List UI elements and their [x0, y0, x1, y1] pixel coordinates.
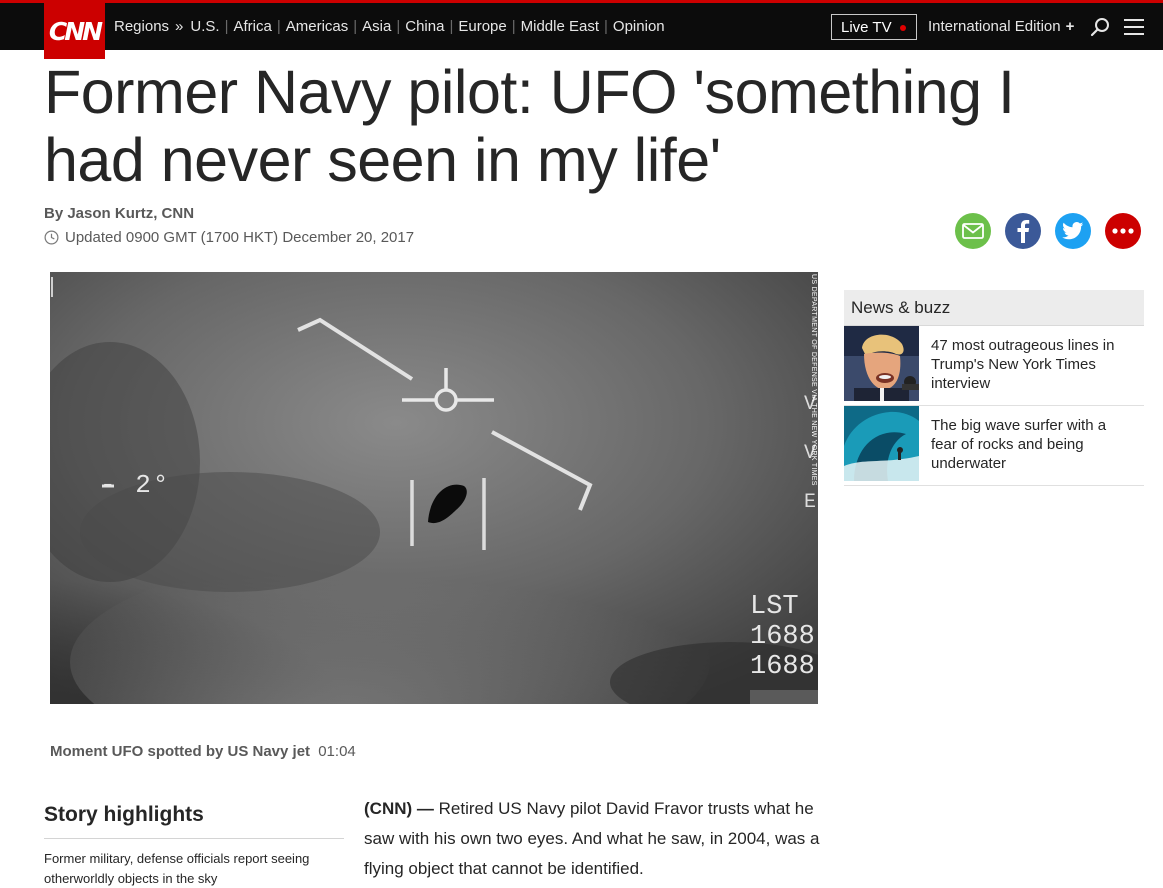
nav-separator: |: [224, 18, 229, 35]
nav-separator: |: [449, 18, 454, 35]
nav-separator: |: [353, 18, 358, 35]
share-facebook-button[interactable]: [1005, 213, 1041, 249]
hud-heading: - 2°: [100, 470, 171, 500]
nav-link-africa[interactable]: Africa: [233, 18, 271, 35]
hud-readout-line: LST: [750, 592, 799, 622]
article-headline: Former Navy pilot: UFO 'something I had …: [44, 58, 1015, 194]
video-player[interactable]: V V E - 2° LST 1688 1688 US DEPARTMENT O…: [50, 272, 818, 704]
email-icon: [962, 223, 984, 239]
nav-link-middle-east[interactable]: Middle East: [521, 18, 599, 35]
story-highlights-title: Story highlights: [44, 803, 344, 839]
buzz-item-text[interactable]: The big wave surfer with a fear of rocks…: [919, 406, 1129, 473]
buzz-item-text[interactable]: 47 most outrageous lines in Trump's New …: [919, 326, 1129, 393]
nav-separator: |: [604, 18, 608, 35]
more-icon: [1112, 228, 1134, 234]
live-tv-label: Live TV: [841, 18, 892, 36]
news-buzz-panel: News & buzz 47 most outrageous lines in …: [844, 290, 1144, 486]
live-indicator-icon: [900, 25, 906, 31]
hud-readout-line: 1688: [750, 622, 815, 652]
nav-regions[interactable]: Regions: [114, 18, 169, 35]
updated-text: Updated 0900 GMT (1700 HKT) December 20,…: [65, 229, 415, 246]
article-body: (CNN) — Retired US Navy pilot David Frav…: [364, 794, 824, 884]
menu-icon[interactable]: [1124, 19, 1144, 35]
svg-text:E: E: [804, 491, 816, 514]
nav-link-opinion[interactable]: Opinion: [613, 18, 665, 35]
video-caption-title: Moment UFO spotted by US Navy jet: [50, 743, 311, 760]
buzz-thumbnail-trump[interactable]: [844, 326, 919, 401]
nav-link-us[interactable]: U.S.: [190, 18, 219, 35]
video-credit: US DEPARTMENT OF DEFENSE VIA THE NEW YOR…: [810, 274, 817, 486]
facebook-icon: [1017, 220, 1030, 243]
article-source: (CNN) —: [364, 799, 434, 818]
nav-link-china[interactable]: China: [405, 18, 444, 35]
hud-right-readout: LST 1688 1688: [750, 592, 815, 682]
nav-link-europe[interactable]: Europe: [458, 18, 506, 35]
edition-label: International Edition: [928, 18, 1061, 35]
nav-separator: |: [396, 18, 401, 35]
share-twitter-button[interactable]: [1055, 213, 1091, 249]
video-caption: Moment UFO spotted by US Navy jet 01:04: [50, 743, 356, 760]
live-tv-button[interactable]: Live TV: [831, 14, 917, 40]
news-buzz-header: News & buzz: [844, 290, 1144, 326]
highlight-item: Former military, defense officials repor…: [44, 851, 310, 886]
nav-separator: |: [276, 18, 281, 35]
buzz-item[interactable]: 47 most outrageous lines in Trump's New …: [844, 326, 1144, 406]
nav-separator: |: [511, 18, 516, 35]
twitter-icon: [1062, 222, 1084, 240]
nav-link-asia[interactable]: Asia: [362, 18, 391, 35]
updated-timestamp: Updated 0900 GMT (1700 HKT) December 20,…: [44, 229, 414, 246]
share-email-button[interactable]: [955, 213, 991, 249]
top-navigation: CNN Regions » U.S. | Africa | Americas |…: [0, 0, 1163, 59]
plus-icon: +: [1065, 18, 1075, 35]
nav-link-americas[interactable]: Americas: [286, 18, 349, 35]
buzz-item[interactable]: The big wave surfer with a fear of rocks…: [844, 406, 1144, 486]
nav-chevron: »: [175, 18, 184, 35]
buzz-thumbnail-surfer[interactable]: [844, 406, 919, 481]
share-more-button[interactable]: [1105, 213, 1141, 249]
search-icon[interactable]: [1090, 17, 1110, 37]
video-duration: 01:04: [318, 743, 356, 760]
edition-selector[interactable]: International Edition +: [928, 3, 1074, 50]
hud-readout-line: 1688: [750, 652, 815, 682]
nav-links: Regions » U.S. | Africa | Americas | Asi…: [114, 3, 665, 50]
clock-icon: [44, 230, 59, 245]
cnn-logo[interactable]: CNN: [44, 3, 105, 59]
byline: By Jason Kurtz, CNN: [44, 205, 195, 222]
story-highlights: Story highlights Former military, defens…: [44, 803, 344, 888]
